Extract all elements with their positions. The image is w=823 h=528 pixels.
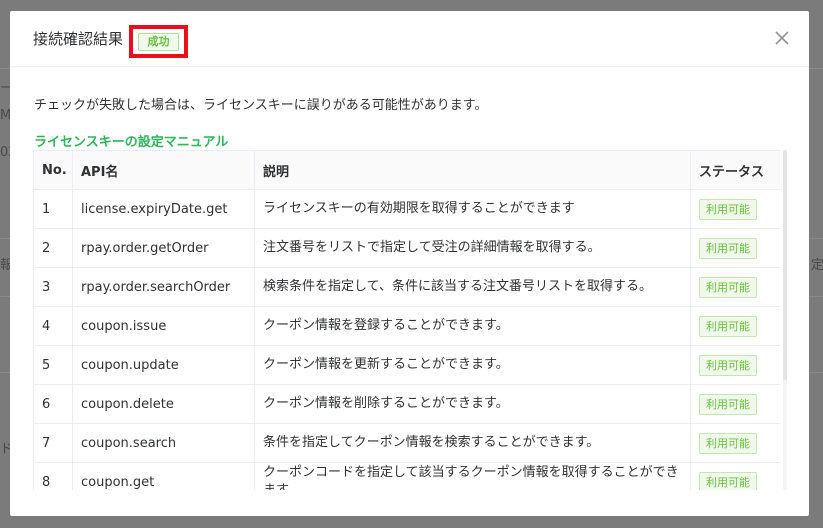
- cell-desc: 注文番号をリストで指定して受注の詳細情報を取得する。: [254, 228, 691, 268]
- scrollbar-thumb[interactable]: [783, 150, 787, 380]
- cell-status: 利用可能: [690, 228, 780, 268]
- dialog-body: チェックが失敗した場合は、ライセンスキーに誤りがある可能性があります。 ライセン…: [10, 68, 809, 516]
- cell-desc: ライセンスキーの有効期限を取得することができます: [254, 189, 691, 229]
- cell-api: coupon.search: [72, 423, 255, 463]
- table-row: 5 coupon.update クーポン情報を更新することができます。 利用可能: [33, 345, 780, 385]
- status-tag: 利用可能: [699, 393, 757, 415]
- cell-status: 利用可能: [690, 462, 780, 490]
- license-key-manual-link[interactable]: ライセンスキーの設定マニュアル: [34, 131, 228, 150]
- cell-status: 利用可能: [690, 267, 780, 307]
- status-highlight-box: 成功: [129, 25, 188, 58]
- table-row: 8 coupon.get クーポンコードを指定して該当するクーポン情報を取得する…: [33, 462, 780, 490]
- cell-desc: クーポン情報を登録することができます。: [254, 306, 691, 346]
- table-row: 4 coupon.issue クーポン情報を登録することができます。 利用可能: [33, 306, 780, 346]
- table-scrollbar[interactable]: [783, 150, 787, 490]
- cell-status: 利用可能: [690, 345, 780, 385]
- cell-status: 利用可能: [690, 423, 780, 463]
- cell-no: 6: [33, 384, 73, 424]
- cell-no: 5: [33, 345, 73, 385]
- cell-api: rpay.order.searchOrder: [72, 267, 255, 307]
- table-row: 3 rpay.order.searchOrder 検索条件を指定して、条件に該当…: [33, 267, 780, 307]
- cell-api: coupon.get: [72, 462, 255, 490]
- background-text: 定: [811, 258, 823, 273]
- cell-status: 利用可能: [690, 306, 780, 346]
- cell-api: rpay.order.getOrder: [72, 228, 255, 268]
- cell-desc: クーポン情報を更新することができます。: [254, 345, 691, 385]
- close-button[interactable]: [773, 29, 791, 47]
- close-icon: [775, 31, 789, 45]
- cell-no: 3: [33, 267, 73, 307]
- status-tag: 利用可能: [699, 276, 757, 298]
- dialog-header: 接続確認結果 成功: [10, 11, 809, 67]
- cell-no: 1: [33, 189, 73, 229]
- cell-no: 7: [33, 423, 73, 463]
- dialog-title: 接続確認結果: [33, 30, 124, 48]
- status-tag: 利用可能: [699, 315, 757, 337]
- table-row: 2 rpay.order.getOrder 注文番号をリストで指定して受注の詳細…: [33, 228, 780, 268]
- api-status-table: No. API名 説明 ステータス 1 license.expiryDate.g…: [33, 150, 780, 490]
- cell-desc: 検索条件を指定して、条件に該当する注文番号リストを取得する。: [254, 267, 691, 307]
- status-tag: 利用可能: [699, 237, 757, 259]
- cell-api: coupon.update: [72, 345, 255, 385]
- cell-desc: クーポン情報を削除することができます。: [254, 384, 691, 424]
- failure-notice: チェックが失敗した場合は、ライセンスキーに誤りがある可能性があります。: [34, 98, 488, 113]
- cell-api: coupon.delete: [72, 384, 255, 424]
- cell-status: 利用可能: [690, 189, 780, 229]
- column-header-status: ステータス: [690, 150, 780, 190]
- table-row: 1 license.expiryDate.get ライセンスキーの有効期限を取得…: [33, 189, 780, 229]
- cell-no: 4: [33, 306, 73, 346]
- status-tag: 利用可能: [699, 354, 757, 376]
- cell-status: 利用可能: [690, 384, 780, 424]
- status-tag: 利用可能: [699, 198, 757, 220]
- cell-no: 8: [33, 462, 73, 490]
- table-row: 7 coupon.search 条件を指定してクーポン情報を検索することができま…: [33, 423, 780, 463]
- cell-no: 2: [33, 228, 73, 268]
- api-status-table-container: No. API名 説明 ステータス 1 license.expiryDate.g…: [33, 150, 780, 490]
- connection-result-dialog: 接続確認結果 成功 チェックが失敗した場合は、ライセンスキーに誤りがある可能性が…: [10, 11, 809, 516]
- table-row: 6 coupon.delete クーポン情報を削除することができます。 利用可能: [33, 384, 780, 424]
- column-header-api: API名: [72, 150, 255, 190]
- cell-desc: 条件を指定してクーポン情報を検索することができます。: [254, 423, 691, 463]
- status-badge: 成功: [138, 33, 179, 51]
- cell-api: license.expiryDate.get: [72, 189, 255, 229]
- table-header-row: No. API名 説明 ステータス: [33, 150, 780, 190]
- status-tag: 利用可能: [699, 471, 757, 490]
- status-tag: 利用可能: [699, 432, 757, 454]
- cell-api: coupon.issue: [72, 306, 255, 346]
- cell-desc: クーポンコードを指定して該当するクーポン情報を取得することができます。: [254, 462, 691, 490]
- column-header-no: No.: [33, 150, 73, 190]
- column-header-desc: 説明: [254, 150, 691, 190]
